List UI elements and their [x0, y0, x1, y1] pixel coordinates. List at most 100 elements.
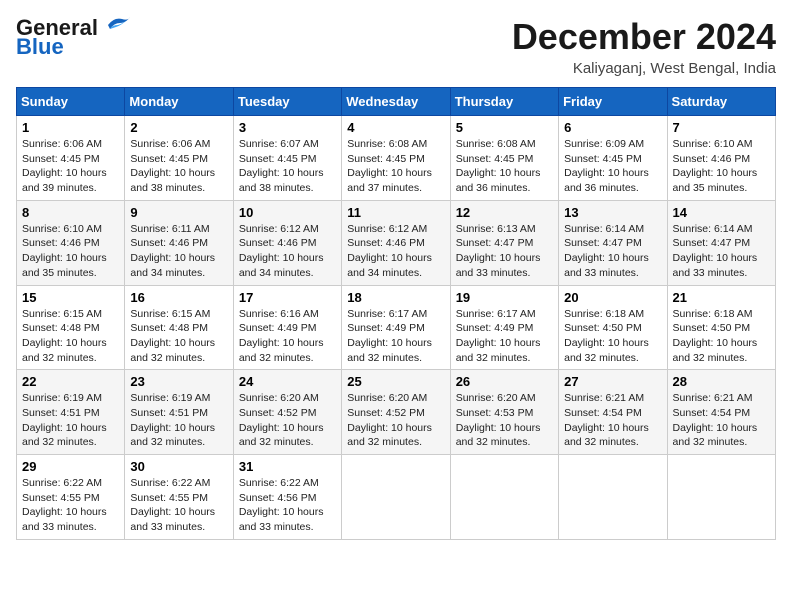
calendar-cell: 6 Sunrise: 6:09 AM Sunset: 4:45 PM Dayli… — [559, 116, 667, 201]
sunrise-label: Sunrise: 6:07 AM — [239, 138, 319, 150]
day-number: 27 — [564, 374, 661, 389]
sunset-label: Sunset: 4:54 PM — [564, 407, 642, 419]
day-number: 24 — [239, 374, 336, 389]
header-tuesday: Tuesday — [233, 88, 341, 116]
header-monday: Monday — [125, 88, 233, 116]
daylight-label: Daylight: 10 hours and 32 minutes. — [564, 422, 649, 449]
sunset-label: Sunset: 4:52 PM — [239, 407, 317, 419]
daylight-label: Daylight: 10 hours and 32 minutes. — [673, 337, 758, 364]
sunrise-label: Sunrise: 6:15 AM — [130, 308, 210, 320]
cell-info: Sunrise: 6:18 AM Sunset: 4:50 PM Dayligh… — [564, 307, 661, 366]
sunset-label: Sunset: 4:56 PM — [239, 492, 317, 504]
daylight-label: Daylight: 10 hours and 32 minutes. — [673, 422, 758, 449]
sunset-label: Sunset: 4:47 PM — [456, 237, 534, 249]
cell-info: Sunrise: 6:15 AM Sunset: 4:48 PM Dayligh… — [22, 307, 119, 366]
logo-bird-icon — [100, 15, 132, 37]
daylight-label: Daylight: 10 hours and 38 minutes. — [239, 167, 324, 194]
day-number: 20 — [564, 290, 661, 305]
calendar-cell: 14 Sunrise: 6:14 AM Sunset: 4:47 PM Dayl… — [667, 200, 775, 285]
calendar-cell: 28 Sunrise: 6:21 AM Sunset: 4:54 PM Dayl… — [667, 370, 775, 455]
cell-info: Sunrise: 6:20 AM Sunset: 4:53 PM Dayligh… — [456, 391, 553, 450]
sunset-label: Sunset: 4:49 PM — [239, 322, 317, 334]
calendar-cell: 18 Sunrise: 6:17 AM Sunset: 4:49 PM Dayl… — [342, 285, 450, 370]
calendar-cell: 24 Sunrise: 6:20 AM Sunset: 4:52 PM Dayl… — [233, 370, 341, 455]
sunrise-label: Sunrise: 6:13 AM — [456, 223, 536, 235]
sunset-label: Sunset: 4:46 PM — [22, 237, 100, 249]
cell-info: Sunrise: 6:06 AM Sunset: 4:45 PM Dayligh… — [130, 137, 227, 196]
page-header: General Blue December 2024 Kaliyaganj, W… — [16, 16, 776, 77]
sunrise-label: Sunrise: 6:20 AM — [239, 392, 319, 404]
cell-info: Sunrise: 6:12 AM Sunset: 4:46 PM Dayligh… — [239, 222, 336, 281]
calendar-cell: 10 Sunrise: 6:12 AM Sunset: 4:46 PM Dayl… — [233, 200, 341, 285]
title-area: December 2024 Kaliyaganj, West Bengal, I… — [512, 16, 776, 77]
day-number: 31 — [239, 459, 336, 474]
daylight-label: Daylight: 10 hours and 34 minutes. — [239, 252, 324, 279]
calendar-cell: 19 Sunrise: 6:17 AM Sunset: 4:49 PM Dayl… — [450, 285, 558, 370]
daylight-label: Daylight: 10 hours and 32 minutes. — [239, 422, 324, 449]
day-number: 2 — [130, 120, 227, 135]
sunset-label: Sunset: 4:46 PM — [347, 237, 425, 249]
week-row-2: 8 Sunrise: 6:10 AM Sunset: 4:46 PM Dayli… — [17, 200, 776, 285]
sunrise-label: Sunrise: 6:09 AM — [564, 138, 644, 150]
location: Kaliyaganj, West Bengal, India — [512, 60, 776, 77]
sunset-label: Sunset: 4:45 PM — [456, 153, 534, 165]
daylight-label: Daylight: 10 hours and 32 minutes. — [456, 422, 541, 449]
cell-info: Sunrise: 6:12 AM Sunset: 4:46 PM Dayligh… — [347, 222, 444, 281]
sunrise-label: Sunrise: 6:14 AM — [564, 223, 644, 235]
calendar-cell: 2 Sunrise: 6:06 AM Sunset: 4:45 PM Dayli… — [125, 116, 233, 201]
daylight-label: Daylight: 10 hours and 32 minutes. — [22, 337, 107, 364]
day-number: 19 — [456, 290, 553, 305]
sunrise-label: Sunrise: 6:11 AM — [130, 223, 209, 235]
sunrise-label: Sunrise: 6:08 AM — [456, 138, 536, 150]
calendar-cell: 5 Sunrise: 6:08 AM Sunset: 4:45 PM Dayli… — [450, 116, 558, 201]
cell-info: Sunrise: 6:22 AM Sunset: 4:55 PM Dayligh… — [130, 476, 227, 535]
calendar-table: SundayMondayTuesdayWednesdayThursdayFrid… — [16, 87, 776, 540]
day-number: 3 — [239, 120, 336, 135]
cell-info: Sunrise: 6:06 AM Sunset: 4:45 PM Dayligh… — [22, 137, 119, 196]
calendar-cell: 30 Sunrise: 6:22 AM Sunset: 4:55 PM Dayl… — [125, 455, 233, 540]
week-row-1: 1 Sunrise: 6:06 AM Sunset: 4:45 PM Dayli… — [17, 116, 776, 201]
sunrise-label: Sunrise: 6:17 AM — [347, 308, 427, 320]
calendar-cell: 8 Sunrise: 6:10 AM Sunset: 4:46 PM Dayli… — [17, 200, 125, 285]
day-number: 30 — [130, 459, 227, 474]
sunset-label: Sunset: 4:51 PM — [130, 407, 208, 419]
daylight-label: Daylight: 10 hours and 32 minutes. — [456, 337, 541, 364]
sunset-label: Sunset: 4:45 PM — [564, 153, 642, 165]
daylight-label: Daylight: 10 hours and 36 minutes. — [564, 167, 649, 194]
daylight-label: Daylight: 10 hours and 32 minutes. — [130, 337, 215, 364]
sunset-label: Sunset: 4:53 PM — [456, 407, 534, 419]
sunset-label: Sunset: 4:45 PM — [130, 153, 208, 165]
sunrise-label: Sunrise: 6:19 AM — [22, 392, 102, 404]
day-number: 17 — [239, 290, 336, 305]
cell-info: Sunrise: 6:08 AM Sunset: 4:45 PM Dayligh… — [456, 137, 553, 196]
cell-info: Sunrise: 6:10 AM Sunset: 4:46 PM Dayligh… — [22, 222, 119, 281]
cell-info: Sunrise: 6:13 AM Sunset: 4:47 PM Dayligh… — [456, 222, 553, 281]
cell-info: Sunrise: 6:10 AM Sunset: 4:46 PM Dayligh… — [673, 137, 770, 196]
sunset-label: Sunset: 4:45 PM — [347, 153, 425, 165]
day-number: 26 — [456, 374, 553, 389]
sunrise-label: Sunrise: 6:17 AM — [456, 308, 536, 320]
sunrise-label: Sunrise: 6:12 AM — [239, 223, 319, 235]
day-number: 15 — [22, 290, 119, 305]
cell-info: Sunrise: 6:08 AM Sunset: 4:45 PM Dayligh… — [347, 137, 444, 196]
day-number: 8 — [22, 205, 119, 220]
calendar-cell — [342, 455, 450, 540]
daylight-label: Daylight: 10 hours and 39 minutes. — [22, 167, 107, 194]
day-number: 9 — [130, 205, 227, 220]
sunset-label: Sunset: 4:49 PM — [347, 322, 425, 334]
header-thursday: Thursday — [450, 88, 558, 116]
cell-info: Sunrise: 6:14 AM Sunset: 4:47 PM Dayligh… — [564, 222, 661, 281]
sunset-label: Sunset: 4:54 PM — [673, 407, 751, 419]
daylight-label: Daylight: 10 hours and 37 minutes. — [347, 167, 432, 194]
day-number: 21 — [673, 290, 770, 305]
calendar-cell: 9 Sunrise: 6:11 AM Sunset: 4:46 PM Dayli… — [125, 200, 233, 285]
sunrise-label: Sunrise: 6:22 AM — [130, 477, 210, 489]
calendar-cell — [559, 455, 667, 540]
daylight-label: Daylight: 10 hours and 33 minutes. — [564, 252, 649, 279]
sunset-label: Sunset: 4:45 PM — [239, 153, 317, 165]
daylight-label: Daylight: 10 hours and 34 minutes. — [347, 252, 432, 279]
daylight-label: Daylight: 10 hours and 32 minutes. — [347, 337, 432, 364]
sunset-label: Sunset: 4:46 PM — [673, 153, 751, 165]
header-saturday: Saturday — [667, 88, 775, 116]
sunrise-label: Sunrise: 6:15 AM — [22, 308, 102, 320]
